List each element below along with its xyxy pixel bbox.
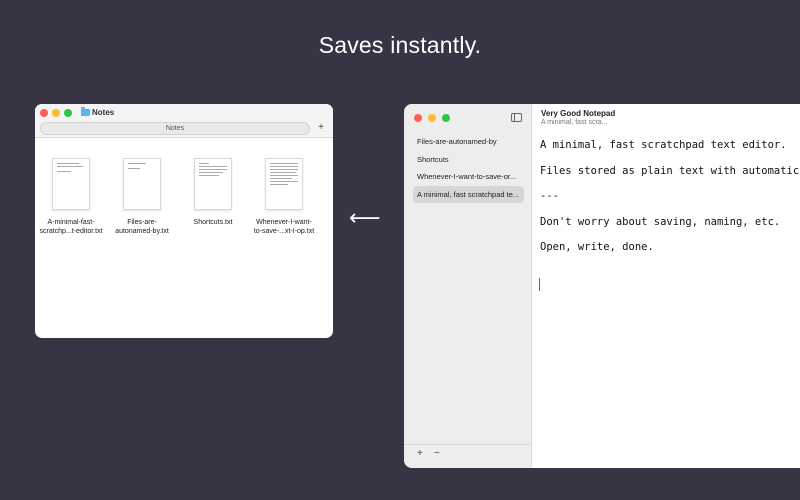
minimize-button[interactable]: [428, 114, 436, 122]
add-tab-button[interactable]: +: [316, 121, 326, 135]
note-list-item-selected[interactable]: A minimal, fast scratchpad te...: [413, 186, 524, 203]
document-thumbnail-icon: [52, 158, 90, 210]
file-name: Whenever-I-want-to-save-...xt-I-op.txt: [253, 219, 315, 235]
editor-line: Open, write, done.: [540, 241, 654, 253]
finder-title: Notes: [92, 108, 115, 117]
finder-window: Notes Notes + A-minimal-fast-scratchp...…: [35, 104, 333, 338]
folder-icon: [81, 107, 90, 116]
document-thumbnail-icon: [123, 158, 161, 210]
close-button[interactable]: [414, 114, 422, 122]
note-subtitle: A minimal, fast scra...: [541, 119, 608, 126]
text-cursor: [539, 278, 540, 291]
finder-tab[interactable]: Notes: [40, 122, 310, 135]
headline: Saves instantly.: [318, 32, 482, 58]
file-item[interactable]: Files-are-autonamed-by.txt: [107, 158, 177, 236]
sidebar-toggle-icon[interactable]: [511, 113, 522, 122]
zoom-button[interactable]: [442, 114, 450, 122]
file-name: Shortcuts.txt: [193, 219, 233, 226]
note-list-item[interactable]: Files-are-autonamed-by: [413, 133, 524, 150]
file-item[interactable]: Shortcuts.txt: [178, 158, 248, 227]
editor-line: A minimal, fast scratchpad text editor.: [540, 139, 787, 151]
notepad-window: Files-are-autonamed-by Shortcuts Wheneve…: [404, 104, 800, 468]
notes-sidebar: Files-are-autonamed-by Shortcuts Wheneve…: [404, 104, 532, 468]
note-list-item[interactable]: Shortcuts: [413, 151, 524, 168]
left-arrow-icon: ⟵: [349, 205, 381, 230]
remove-note-button[interactable]: −: [434, 448, 440, 460]
file-name: Files-are-autonamed-by.txt: [115, 219, 169, 235]
editor-line: Don't worry about saving, naming, etc.: [540, 216, 781, 228]
document-thumbnail-icon: [194, 158, 232, 210]
file-name: A-minimal-fast-scratchp...t-editor.txt: [39, 219, 103, 235]
editor-header: Very Good Notepad A minimal, fast scra..…: [541, 109, 615, 126]
zoom-button[interactable]: [64, 109, 72, 117]
close-button[interactable]: [40, 109, 48, 117]
editor-line: Files stored as plain text with automati…: [540, 165, 800, 177]
file-item[interactable]: A-minimal-fast-scratchp...t-editor.txt: [36, 158, 106, 236]
sidebar-divider: [404, 444, 531, 445]
app-title: Very Good Notepad: [541, 109, 616, 118]
file-item[interactable]: Whenever-I-want-to-save-...xt-I-op.txt: [249, 158, 319, 236]
note-list-item[interactable]: Whenever-I-want-to-save-or...: [413, 168, 524, 185]
finder-titlebar: Notes Notes +: [35, 104, 333, 138]
editor-line: ---: [540, 190, 559, 202]
document-thumbnail-icon: [265, 158, 303, 210]
minimize-button[interactable]: [52, 109, 60, 117]
add-note-button[interactable]: +: [417, 448, 423, 460]
